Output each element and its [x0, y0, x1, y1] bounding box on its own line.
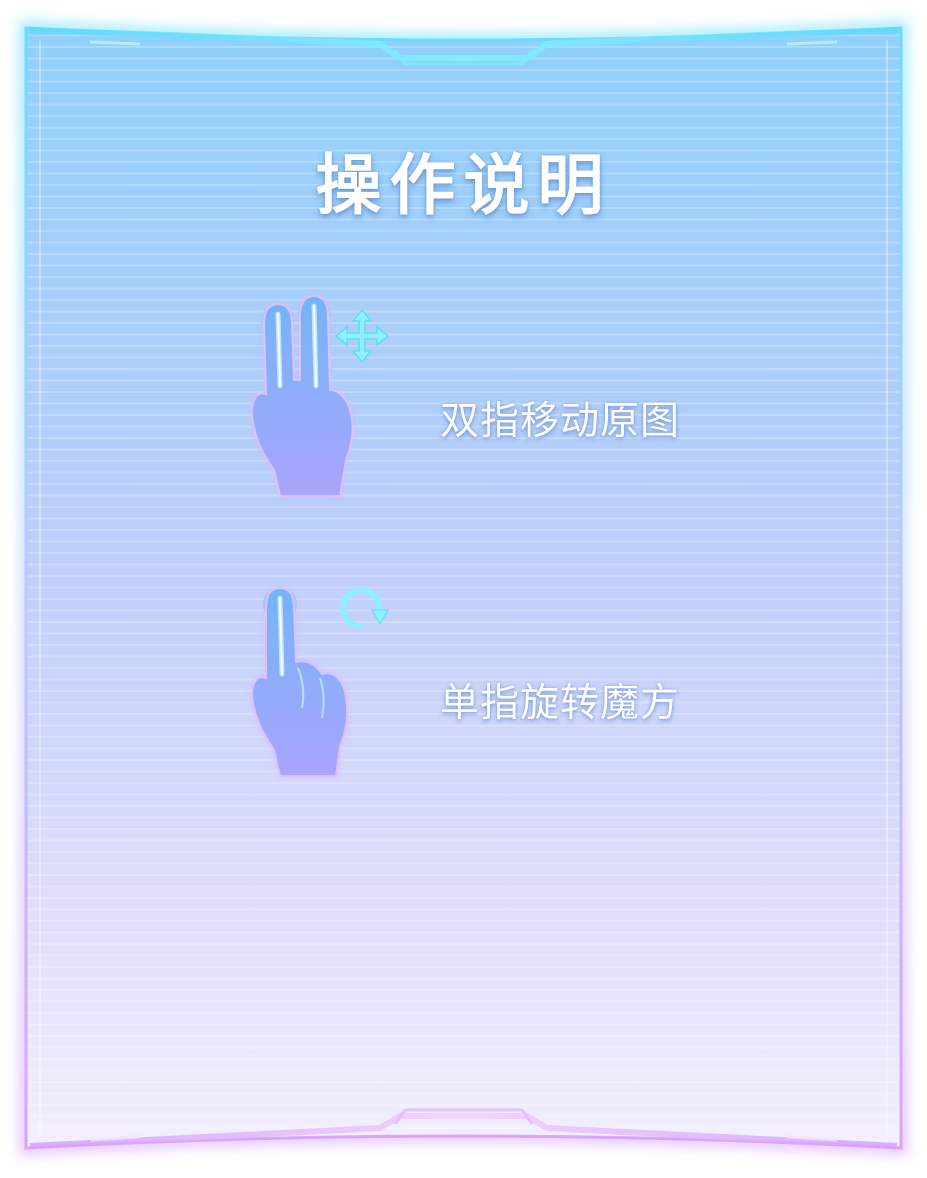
instructions-panel: 操作说明 双指移动原图 单指旋转魔方 [0, 0, 927, 1178]
two-finger-move-icon [250, 294, 390, 497]
panel-title: 操作说明 [315, 147, 612, 224]
instruction-text-move: 双指移动原图 [440, 399, 681, 444]
instruction-text-rotate: 单指旋转魔方 [440, 681, 681, 726]
one-finger-rotate-icon [250, 586, 389, 777]
